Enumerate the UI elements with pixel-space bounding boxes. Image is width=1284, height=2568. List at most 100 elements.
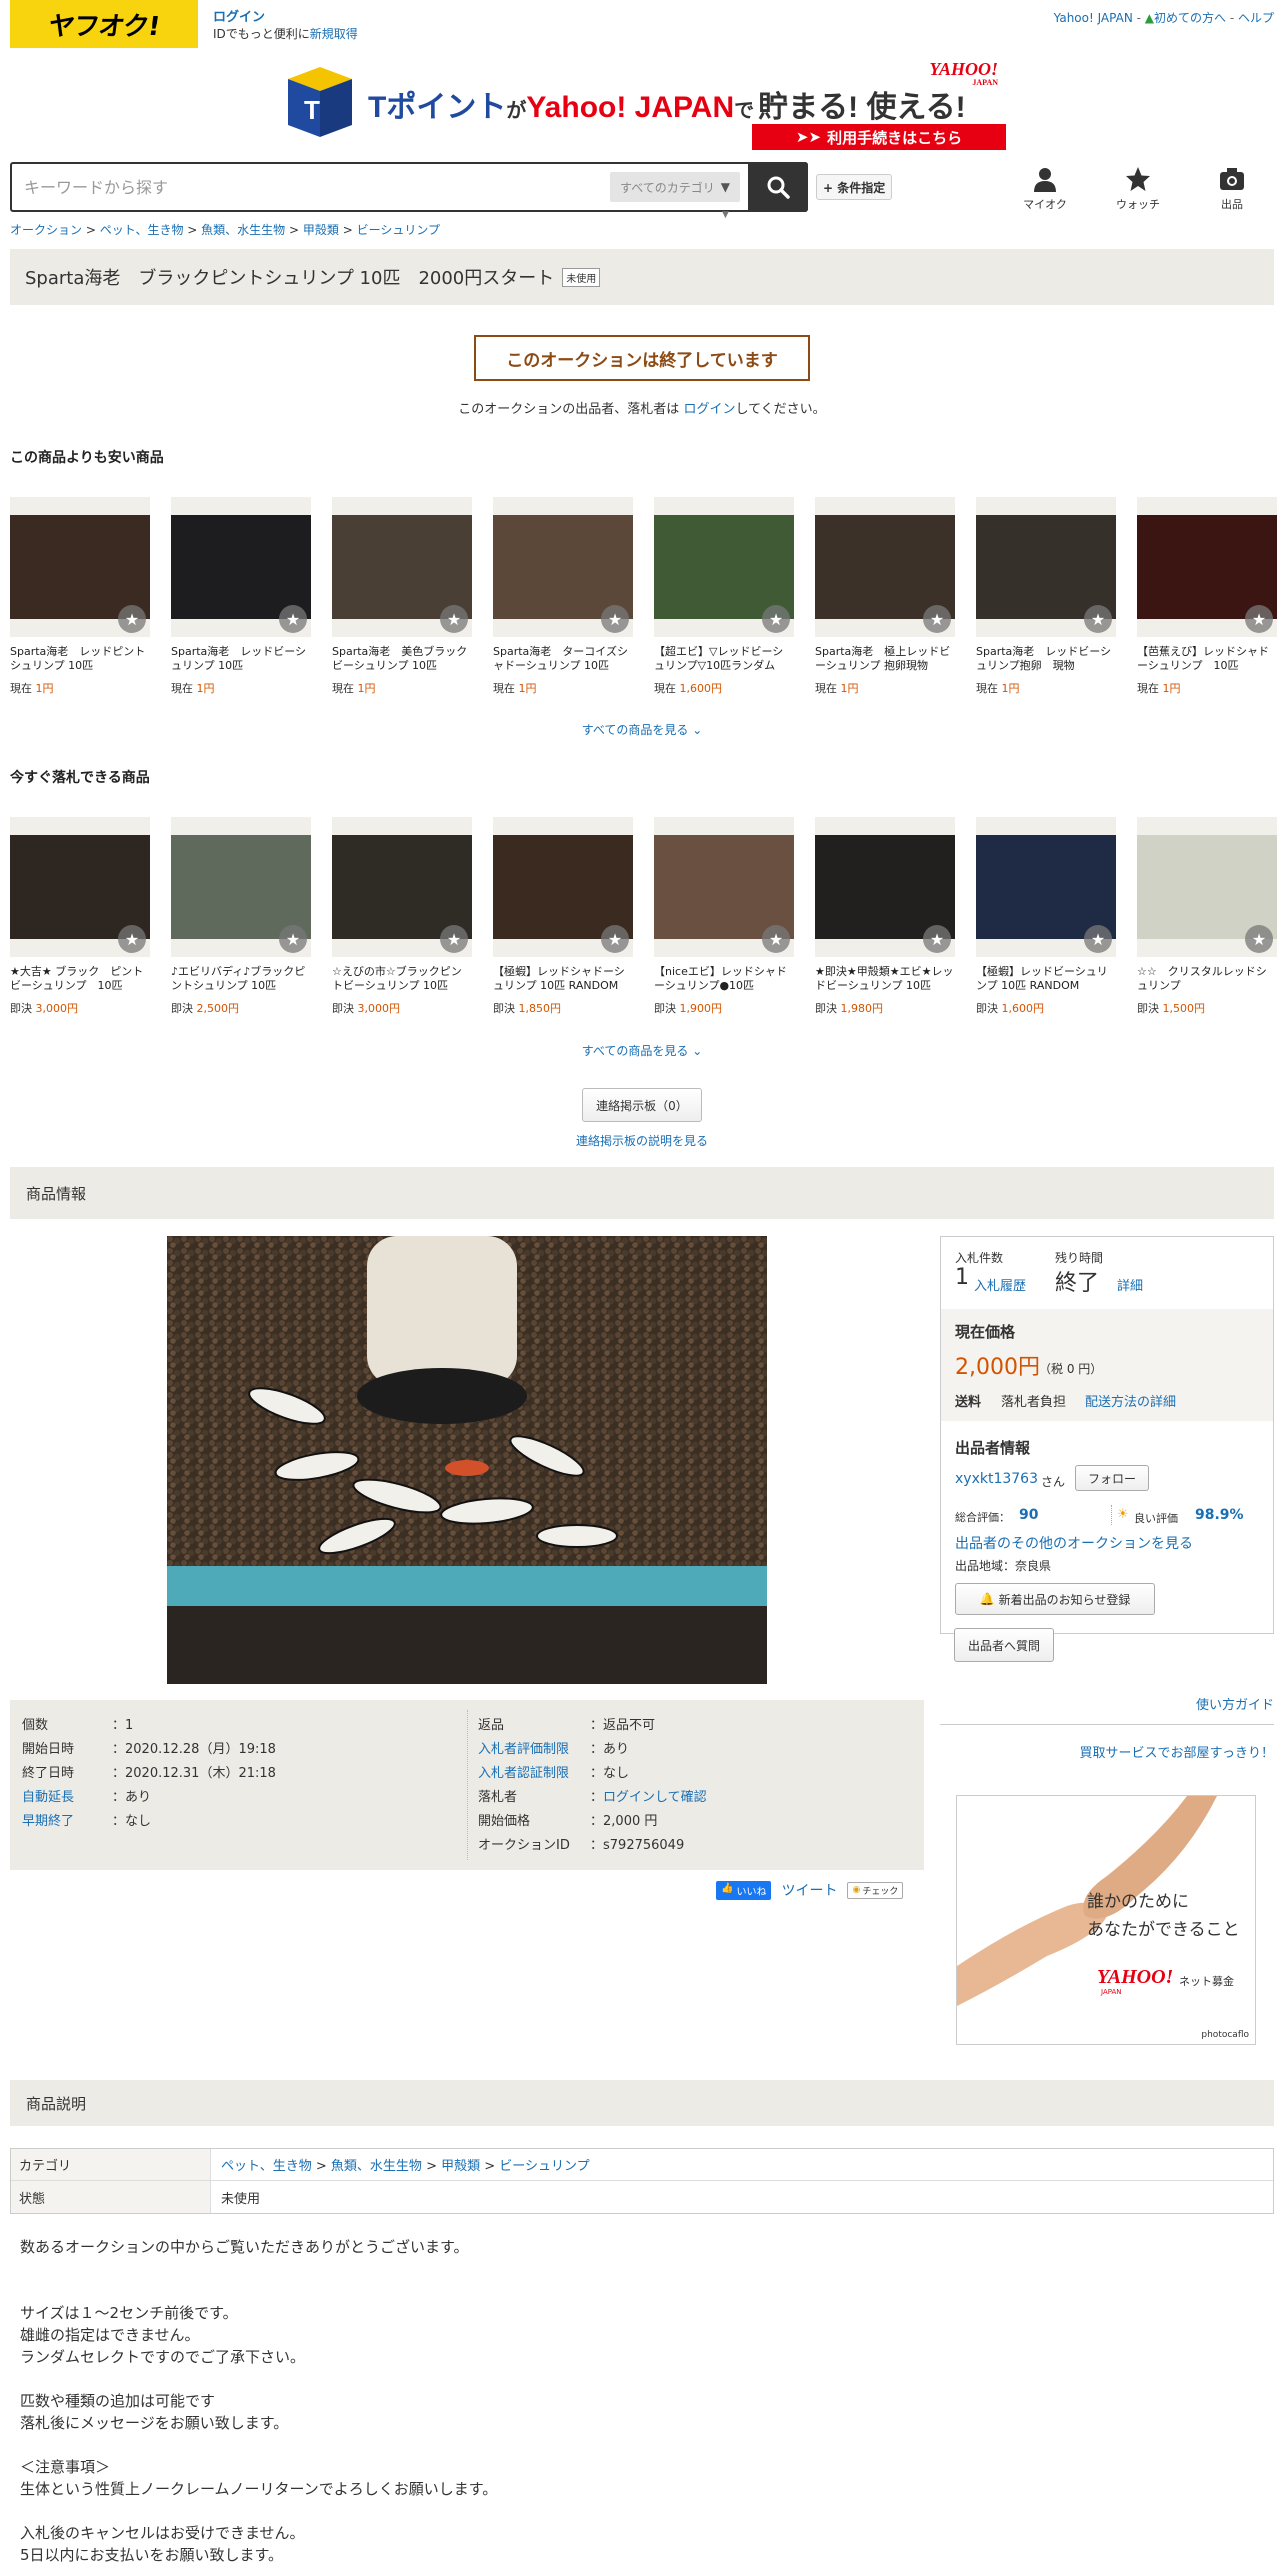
chevron-down-icon[interactable]: ▼ bbox=[722, 210, 729, 220]
buynow-see-all[interactable]: すべての商品を見る ⌄ bbox=[0, 1042, 1284, 1059]
item-thumbnail[interactable]: ★ bbox=[1137, 497, 1277, 637]
breadcrumb-auction[interactable]: オークション bbox=[10, 223, 82, 237]
tweet-link[interactable]: ツイート bbox=[781, 1880, 837, 1900]
item-thumbnail[interactable]: ★ bbox=[332, 497, 472, 637]
item-card[interactable]: ★ Sparta海老 極上レッドビーシュリンプ 抱卵現物 現在 1円 bbox=[815, 497, 955, 696]
item-card[interactable]: ★ ☆えびの市☆ブラックピントビーシュリンプ 10匹 即決 3,000円 bbox=[332, 817, 472, 1016]
seller-name-link[interactable]: xyxkt13763 bbox=[955, 1471, 1038, 1487]
yahoo-japan-link[interactable]: Yahoo! JAPAN bbox=[1054, 11, 1133, 25]
desc-cat-beeshrimp[interactable]: ビーシュリンプ bbox=[499, 2159, 589, 2174]
signup-link[interactable]: 新規取得 bbox=[310, 27, 358, 41]
item-card[interactable]: ★ 【芭蕉えび】レッドシャドーシュリンプ 10匹 現在 1円 bbox=[1137, 497, 1277, 696]
watch-star-icon[interactable]: ★ bbox=[762, 925, 790, 953]
watch-star-icon[interactable]: ★ bbox=[923, 925, 951, 953]
breadcrumb-fish[interactable]: 魚類、水生生物 bbox=[201, 223, 285, 237]
watch-star-icon[interactable]: ★ bbox=[118, 925, 146, 953]
follow-button[interactable]: フォロー bbox=[1075, 1465, 1149, 1491]
item-thumbnail[interactable]: ★ bbox=[10, 497, 150, 637]
watch-star-icon[interactable]: ★ bbox=[1084, 925, 1112, 953]
bid-history-link[interactable]: 入札履歴 bbox=[974, 1275, 1026, 1294]
item-thumbnail[interactable]: ★ bbox=[171, 497, 311, 637]
watch-star-icon[interactable]: ★ bbox=[601, 605, 629, 633]
item-card[interactable]: ★ 【極蝦】レッドビーシュリンプ 10匹 RANDOM 即決 1,600円 bbox=[976, 817, 1116, 1016]
bbs-button[interactable]: 連絡掲示板（0） bbox=[582, 1088, 702, 1122]
item-card[interactable]: ★ ♪エビリバディ♪ブラックピントシュリンプ 10匹 即決 2,500円 bbox=[171, 817, 311, 1016]
item-thumbnail[interactable]: ★ bbox=[493, 497, 633, 637]
charity-ad[interactable]: 誰かのために あなたができること YAHOO! JAPAN ネット募金 photo… bbox=[956, 1795, 1256, 2045]
question-button[interactable]: 出品者へ質問 bbox=[954, 1628, 1054, 1662]
tpoint-banner[interactable]: T TポイントがYahoo! JAPANで 貯まる! 使える! YAHOO! JAP… bbox=[286, 60, 1006, 152]
detail-key[interactable]: 入札者評価制限 bbox=[478, 1738, 590, 1758]
item-thumbnail[interactable]: ★ bbox=[171, 817, 311, 957]
item-thumbnail[interactable]: ★ bbox=[10, 817, 150, 957]
item-card[interactable]: ★ 【極蝦】レッドシャドーシュリンプ 10匹 RANDOM 即決 1,850円 bbox=[493, 817, 633, 1016]
item-name[interactable]: Sparta海老 レッドピントシュリンプ 10匹 bbox=[10, 645, 150, 673]
cheaper-see-all[interactable]: すべての商品を見る ⌄ bbox=[0, 721, 1284, 738]
yahuoku-logo[interactable]: ヤフオク! bbox=[10, 0, 198, 48]
item-card[interactable]: ★ Sparta海老 ターコイズシャドーシュリンプ 10匹 現在 1円 bbox=[493, 497, 633, 696]
desc-cat-pets[interactable]: ペット、生き物 bbox=[221, 2159, 312, 2174]
detail-key[interactable]: 自動延長 bbox=[22, 1786, 112, 1806]
item-name[interactable]: Sparta海老 極上レッドビーシュリンプ 抱卵現物 bbox=[815, 645, 955, 673]
breadcrumb-beeshrimp[interactable]: ビーシュリンプ bbox=[357, 223, 440, 237]
other-auctions-link[interactable]: 出品者のその他のオークションを見る bbox=[955, 1533, 1193, 1553]
item-name[interactable]: 【niceエビ】レッドシャドーシュリンプ●10匹 bbox=[654, 965, 794, 993]
nav-watch[interactable]: ウォッチ bbox=[1103, 166, 1173, 212]
item-name[interactable]: 【極蝦】レッドビーシュリンプ 10匹 RANDOM bbox=[976, 965, 1116, 993]
notify-button[interactable]: 🔔 新着出品のお知らせ登録 bbox=[955, 1583, 1155, 1615]
ended-login-link[interactable]: ログイン bbox=[683, 402, 735, 417]
item-name[interactable]: Sparta海老 レッドビーシュリンプ抱卵 現物 bbox=[976, 645, 1116, 673]
item-name[interactable]: Sparta海老 美色ブラックビーシュリンプ 10匹 bbox=[332, 645, 472, 673]
shipping-detail-link[interactable]: 配送方法の詳細 bbox=[1085, 1391, 1176, 1410]
login-link[interactable]: ログイン bbox=[213, 10, 265, 25]
item-card[interactable]: ★ Sparta海老 レッドビーシュリンプ 10匹 現在 1円 bbox=[171, 497, 311, 696]
item-name[interactable]: 【芭蕉えび】レッドシャドーシュリンプ 10匹 bbox=[1137, 645, 1277, 673]
rating-value[interactable]: 90 bbox=[1019, 1507, 1038, 1523]
watch-star-icon[interactable]: ★ bbox=[279, 605, 307, 633]
item-thumbnail[interactable]: ★ bbox=[976, 497, 1116, 637]
facebook-like-button[interactable]: 👍 いいね bbox=[716, 1880, 772, 1900]
item-thumbnail[interactable]: ★ bbox=[654, 497, 794, 637]
main-product-photo[interactable] bbox=[167, 1236, 767, 1684]
beginners-link[interactable]: 初めての方へ bbox=[1154, 11, 1226, 25]
condition-button[interactable]: + 条件指定 bbox=[816, 174, 893, 200]
help-link[interactable]: ヘルプ bbox=[1238, 11, 1274, 25]
item-thumbnail[interactable]: ★ bbox=[654, 817, 794, 957]
watch-star-icon[interactable]: ★ bbox=[1245, 925, 1273, 953]
item-card[interactable]: ★ Sparta海老 美色ブラックビーシュリンプ 10匹 現在 1円 bbox=[332, 497, 472, 696]
item-name[interactable]: ☆☆ クリスタルレッドシュリンプ bbox=[1137, 965, 1277, 993]
guide-link[interactable]: 使い方ガイド bbox=[1196, 1694, 1274, 1713]
item-thumbnail[interactable]: ★ bbox=[976, 817, 1116, 957]
watch-star-icon[interactable]: ★ bbox=[762, 605, 790, 633]
watch-star-icon[interactable]: ★ bbox=[1245, 605, 1273, 633]
item-name[interactable]: 【極蝦】レッドシャドーシュリンプ 10匹 RANDOM bbox=[493, 965, 633, 993]
item-name[interactable]: ★即決★甲殻類★エビ★レッドビーシュリンプ 10匹 bbox=[815, 965, 955, 993]
search-button[interactable] bbox=[748, 162, 808, 212]
item-card[interactable]: ★ Sparta海老 レッドピントシュリンプ 10匹 現在 1円 bbox=[10, 497, 150, 696]
item-thumbnail[interactable]: ★ bbox=[1137, 817, 1277, 957]
item-card[interactable]: ★ 【niceエビ】レッドシャドーシュリンプ●10匹 即決 1,900円 bbox=[654, 817, 794, 1016]
watch-star-icon[interactable]: ★ bbox=[601, 925, 629, 953]
nav-myauction[interactable]: マイオク bbox=[1010, 166, 1080, 212]
breadcrumb-crustacean[interactable]: 甲殻類 bbox=[303, 223, 339, 237]
item-name[interactable]: Sparta海老 レッドビーシュリンプ 10匹 bbox=[171, 645, 311, 673]
item-card[interactable]: ★ ☆☆ クリスタルレッドシュリンプ 即決 1,500円 bbox=[1137, 817, 1277, 1016]
detail-key[interactable]: 入札者認証制限 bbox=[478, 1762, 590, 1782]
item-thumbnail[interactable]: ★ bbox=[815, 817, 955, 957]
item-name[interactable]: ☆えびの市☆ブラックピントビーシュリンプ 10匹 bbox=[332, 965, 472, 993]
watch-star-icon[interactable]: ★ bbox=[279, 925, 307, 953]
item-thumbnail[interactable]: ★ bbox=[332, 817, 472, 957]
banner-cta[interactable]: ➤➤ 利用手続きはこちら bbox=[752, 124, 1006, 150]
item-thumbnail[interactable]: ★ bbox=[815, 497, 955, 637]
kaitori-link[interactable]: 買取サービスでお部屋すっきり！ bbox=[1080, 1742, 1274, 1761]
watch-star-icon[interactable]: ★ bbox=[923, 605, 951, 633]
item-name[interactable]: Sparta海老 ターコイズシャドーシュリンプ 10匹 bbox=[493, 645, 633, 673]
bbs-help-link[interactable]: 連絡掲示板の説明を見る bbox=[0, 1132, 1284, 1149]
item-thumbnail[interactable]: ★ bbox=[493, 817, 633, 957]
desc-cat-crustacean[interactable]: 甲殻類 bbox=[441, 2159, 480, 2174]
check-button[interactable]: ◉ チェック bbox=[847, 1881, 904, 1899]
item-name[interactable]: 【超エビ】▽レッドビーシュリンプ▽10匹ランダム bbox=[654, 645, 794, 673]
item-name[interactable]: ♪エビリバディ♪ブラックピントシュリンプ 10匹 bbox=[171, 965, 311, 993]
item-card[interactable]: ★ Sparta海老 レッドビーシュリンプ抱卵 現物 現在 1円 bbox=[976, 497, 1116, 696]
breadcrumb-pets[interactable]: ペット、生き物 bbox=[100, 223, 184, 237]
